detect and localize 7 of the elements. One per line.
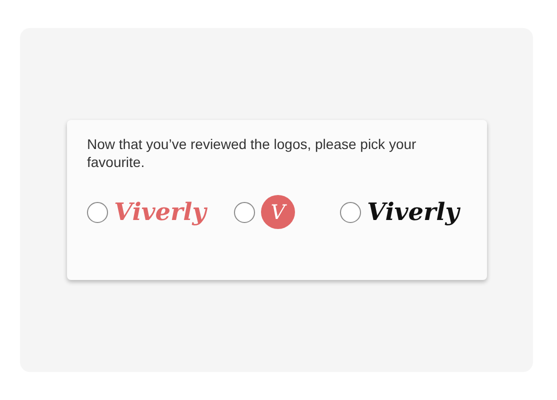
logo-badge: V xyxy=(261,195,295,229)
radio-button[interactable] xyxy=(87,202,108,222)
question-text: Now that you’ve reviewed the logos, please pick your favourite. xyxy=(87,135,418,171)
logo-wordmark: Viverly xyxy=(114,197,206,227)
radio-button[interactable] xyxy=(234,202,255,222)
logo-wordmark: Viverly xyxy=(367,197,460,227)
radio-button[interactable] xyxy=(340,202,361,222)
